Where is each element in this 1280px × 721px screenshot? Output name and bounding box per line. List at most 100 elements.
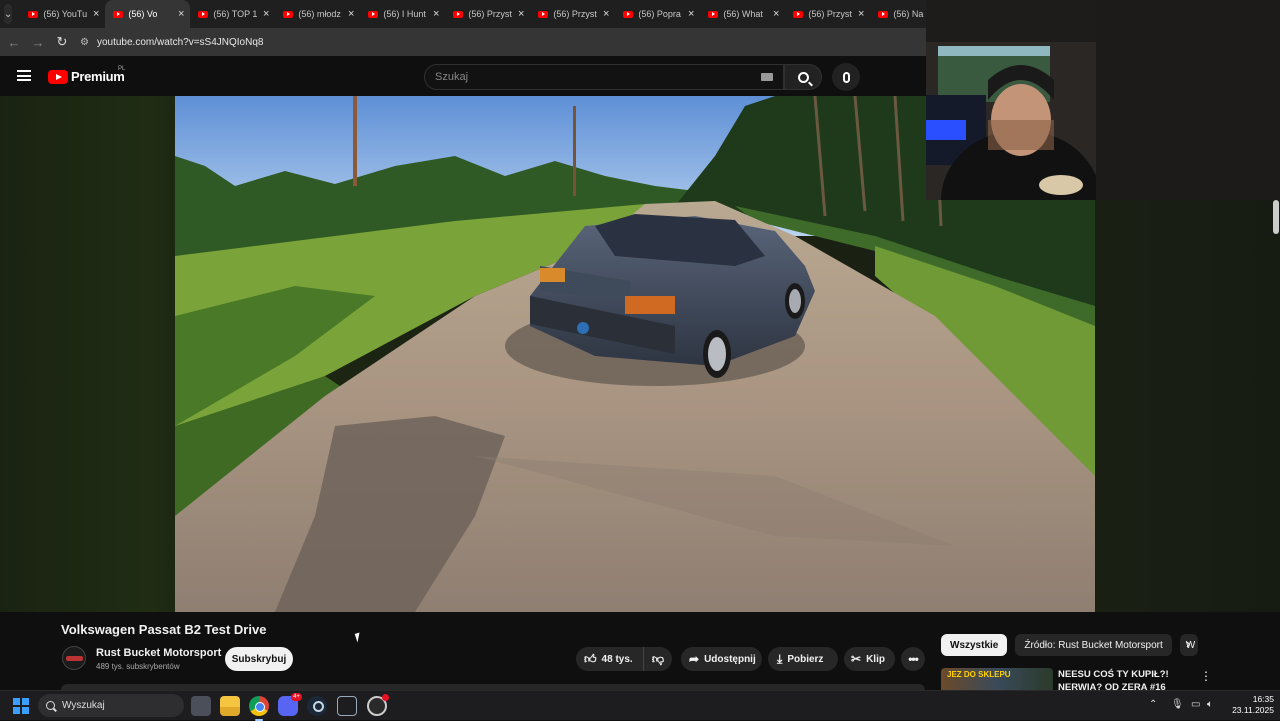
dislike-button[interactable]: 👎︎: [644, 652, 672, 667]
discord-icon[interactable]: 4+: [278, 693, 302, 716]
tab-title: (56) Przyst: [553, 9, 597, 19]
page-scrollbar[interactable]: [1272, 200, 1280, 612]
more-actions-button[interactable]: •••: [901, 647, 925, 671]
share-label: Udostępnij: [704, 653, 756, 665]
tab-title: (56) młodz: [298, 9, 341, 19]
url-field[interactable]: ⚙ youtube.com/watch?v=sS4JNQIoNq8: [80, 31, 920, 53]
browser-tab[interactable]: (56) TOP 1 ×: [190, 0, 275, 28]
youtube-favicon-icon: [793, 10, 804, 18]
like-count: 48 tys.: [601, 653, 633, 665]
close-tab-icon[interactable]: ×: [433, 8, 439, 20]
microphone-tray-icon[interactable]: 🎙︎: [1171, 699, 1184, 710]
close-tab-icon[interactable]: ×: [93, 8, 99, 20]
youtube-favicon-icon: [198, 10, 209, 18]
tab-title: (56) I Hunt: [383, 9, 426, 19]
discord-badge: 4+: [291, 693, 302, 701]
scrollbar-thumb[interactable]: [1273, 200, 1279, 234]
search-placeholder: Szukaj: [435, 71, 469, 83]
chrome-icon[interactable]: [249, 696, 269, 721]
microphone-icon: [842, 71, 850, 83]
video-info-area: Volkswagen Passat B2 Test Drive Rust Buc…: [0, 612, 1280, 690]
search-button[interactable]: [784, 64, 822, 90]
close-tab-icon[interactable]: ×: [178, 8, 184, 20]
windows-start-icon[interactable]: [13, 698, 29, 714]
close-tab-icon[interactable]: ×: [348, 8, 354, 20]
address-bar: ← → ↻ ⚙ youtube.com/watch?v=sS4JNQIoNq8: [0, 28, 926, 56]
kebab-menu-icon[interactable]: ⋮: [1200, 669, 1212, 683]
keyboard-icon[interactable]: [761, 73, 773, 81]
channel-avatar[interactable]: [62, 646, 86, 670]
xbox-icon[interactable]: [337, 696, 357, 716]
menu-icon[interactable]: [17, 70, 31, 81]
file-explorer-icon[interactable]: [220, 696, 240, 716]
filter-chip[interactable]: Wszystkie: [941, 634, 1008, 656]
browser-tab[interactable]: (56) YouTu ×: [20, 0, 105, 28]
reload-icon[interactable]: ↻: [50, 34, 74, 50]
clock-date: 23.11.2025: [1232, 705, 1274, 715]
tab-title: (56) Vo: [128, 9, 158, 19]
search-icon: [46, 701, 55, 710]
network-icon[interactable]: ▭: [1191, 699, 1200, 710]
recommendation-thumbnail[interactable]: JEZ DO SKLEPU: [941, 668, 1053, 690]
browser-tab[interactable]: (56) młodz ×: [275, 0, 360, 28]
brand-label: Premium: [71, 69, 125, 84]
subscribe-button[interactable]: Subskrybuj: [225, 647, 293, 671]
download-button[interactable]: ⤓ Pobierz: [768, 647, 838, 671]
like-button[interactable]: 👍︎ 48 tys.: [576, 647, 644, 671]
tab-title: (56) Popra: [638, 9, 681, 19]
browser-tab[interactable]: (56) Vo ×: [105, 0, 191, 28]
channel-name[interactable]: Rust Bucket Motorsport: [96, 647, 221, 659]
close-tab-icon[interactable]: ×: [688, 8, 694, 20]
region-label: PL: [118, 66, 126, 72]
recording-dot-icon: [382, 694, 389, 701]
clip-button[interactable]: ✂ Klip: [844, 647, 895, 671]
scissors-icon: ✂: [851, 652, 862, 666]
steam-icon[interactable]: [307, 696, 327, 716]
taskbar-search-placeholder: Wyszukaj: [62, 700, 105, 711]
url-text[interactable]: youtube.com/watch?v=sS4JNQIoNq8: [97, 37, 263, 48]
youtube-header: Premium PL Szukaj: [0, 56, 926, 96]
browser-tab[interactable]: (56) I Hunt ×: [360, 0, 445, 28]
tab-title: (56) Przyst: [468, 9, 512, 19]
tab-search-menu-icon[interactable]: ⌄: [4, 4, 13, 24]
forward-arrow-icon[interactable]: →: [26, 35, 50, 50]
search-input[interactable]: Szukaj: [424, 64, 784, 90]
recommendation-title[interactable]: NEESU COŚ TY KUPIŁ?! NERWIA? OD ZERA #16: [1058, 668, 1178, 690]
site-info-icon[interactable]: ⚙: [80, 37, 89, 48]
youtube-logo[interactable]: Premium PL: [48, 66, 126, 84]
task-view-icon[interactable]: [191, 696, 211, 716]
volume-icon[interactable]: 🔈︎: [1207, 699, 1213, 710]
close-tab-icon[interactable]: ×: [263, 8, 269, 20]
video-title: Volkswagen Passat B2 Test Drive: [61, 622, 267, 637]
subscriber-count: 489 tys. subskrybentów: [96, 662, 180, 671]
filter-chip[interactable]: Źródło: Rust Bucket Motorsport: [1015, 634, 1172, 656]
youtube-favicon-icon: [453, 10, 464, 18]
browser-tab[interactable]: (56) Przyst ×: [445, 0, 530, 28]
obs-icon[interactable]: [367, 694, 389, 716]
youtube-favicon-icon: [878, 10, 889, 18]
browser-tab[interactable]: (56) Przyst ×: [530, 0, 615, 28]
webcam-overlay: [926, 0, 1096, 200]
browser-tab[interactable]: (56) Popra ×: [615, 0, 700, 28]
tab-strip: (56) YouTu × (56) Vo × (56) TOP 1 × (56) młodz…: [20, 0, 955, 28]
youtube-favicon-icon: [28, 10, 39, 18]
browser-tab[interactable]: (56) Przyst ×: [785, 0, 870, 28]
close-tab-icon[interactable]: ×: [518, 8, 524, 20]
thumbs-up-icon: 👍︎: [584, 651, 597, 666]
browser-tab[interactable]: (56) What ×: [700, 0, 785, 28]
youtube-favicon-icon: [708, 10, 719, 18]
taskbar-search-input[interactable]: Wyszukaj: [38, 694, 184, 717]
share-button[interactable]: ➦ Udostępnij: [681, 647, 762, 671]
mouse-cursor-icon: [354, 632, 363, 643]
back-arrow-icon[interactable]: ←: [2, 35, 26, 50]
close-tab-icon[interactable]: ×: [773, 8, 779, 20]
clip-label: Klip: [866, 653, 885, 665]
voice-search-button[interactable]: [832, 63, 860, 91]
system-clock[interactable]: 16:35 23.11.2025: [1226, 694, 1274, 716]
close-tab-icon[interactable]: ×: [603, 8, 609, 20]
chevron-right-icon[interactable]: ›: [1186, 636, 1190, 651]
webcam-background: [1096, 0, 1280, 200]
close-tab-icon[interactable]: ×: [858, 8, 864, 20]
chevron-up-icon[interactable]: ⌃: [1149, 699, 1157, 710]
youtube-favicon-icon: [623, 10, 634, 18]
